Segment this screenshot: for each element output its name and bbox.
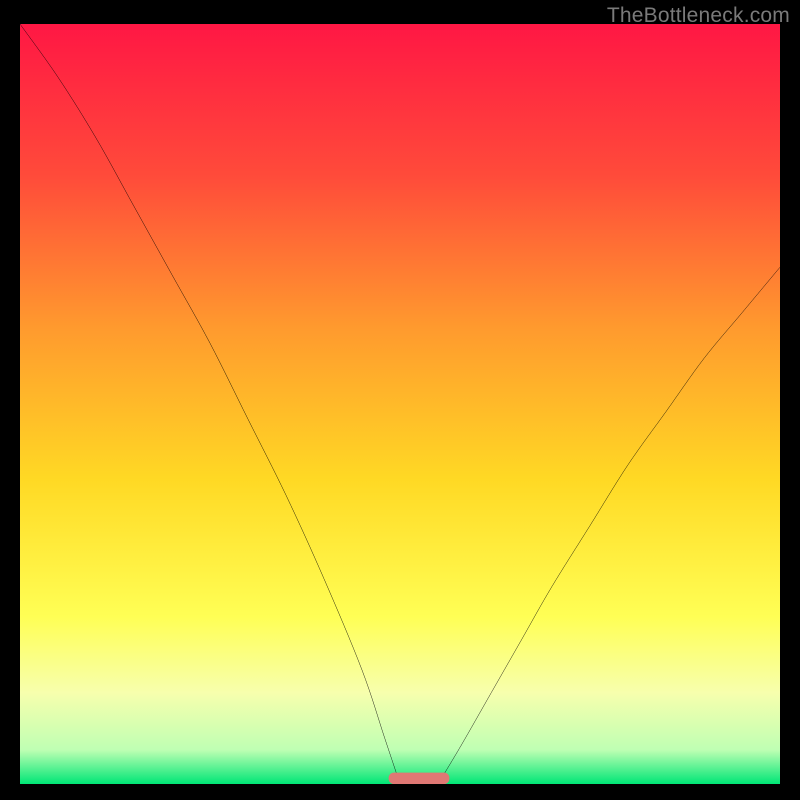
watermark-text: TheBottleneck.com <box>607 4 790 28</box>
plot-background <box>20 24 780 784</box>
bottom-notch <box>389 773 450 784</box>
bottleneck-chart <box>20 24 780 784</box>
chart-stage: TheBottleneck.com <box>0 0 800 800</box>
